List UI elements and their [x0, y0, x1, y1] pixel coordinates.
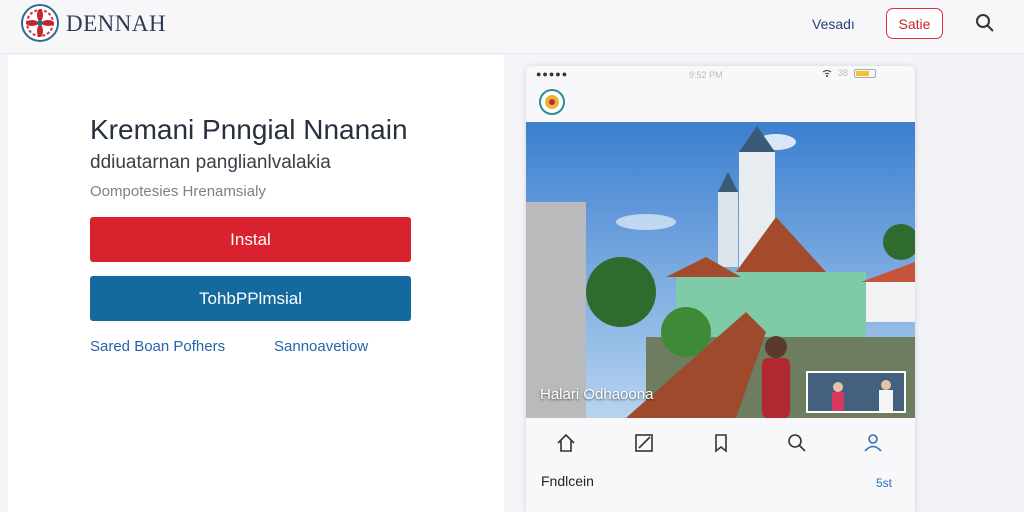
- background-panel: [915, 55, 1024, 512]
- compose-icon[interactable]: [633, 432, 655, 454]
- brand-name: DENNAH: [66, 11, 167, 36]
- thumbnail-photo: [808, 373, 904, 411]
- search-icon[interactable]: [786, 432, 808, 454]
- footer-link-first[interactable]: Sared Boan Pofhers: [90, 338, 225, 355]
- status-battery-level: 38: [838, 68, 849, 78]
- home-icon[interactable]: [555, 432, 577, 454]
- app-logo-icon: [539, 89, 565, 115]
- profile-icon[interactable]: [862, 432, 884, 454]
- page-caption: Oompotesies Hrenamsialy: [90, 183, 266, 200]
- status-bar: ●●●●● 9:52 PM 38: [526, 66, 915, 86]
- status-time: 9:52 PM: [689, 70, 723, 80]
- thumbnail-image[interactable]: [806, 371, 906, 413]
- rosette-logo-icon[interactable]: [20, 3, 60, 43]
- top-navigation-bar: DENNAH Vesadı Satie: [0, 0, 1024, 54]
- battery-icon: [854, 68, 877, 78]
- install-button[interactable]: Instal: [90, 217, 411, 262]
- footer-link-second[interactable]: Sannoavetiow: [274, 338, 368, 355]
- page-subtitle: ddiuatarnan panglianlvalakia: [90, 152, 331, 173]
- page-title: Kremani Pnngial Nnanain: [90, 114, 408, 145]
- signal-dots-icon: ●●●●●: [536, 69, 569, 79]
- search-icon[interactable]: [974, 12, 996, 34]
- bookmark-icon[interactable]: [711, 432, 733, 454]
- nav-link[interactable]: Vesadı: [812, 16, 855, 32]
- feed-section-link[interactable]: 5st: [876, 476, 892, 490]
- feed-section-title: Fndlcein: [541, 473, 594, 489]
- status-right: 38: [822, 68, 877, 78]
- secondary-button[interactable]: TohbPPlmsial: [90, 276, 411, 321]
- wifi-icon: [822, 69, 832, 77]
- bottom-tab-bar: [526, 422, 915, 462]
- phone-preview: ●●●●● 9:52 PM 38 Halari Odhaoona Fndlcei…: [526, 66, 915, 512]
- nav-outline-button[interactable]: Satie: [886, 8, 943, 39]
- hero-caption: Halari Odhaoona: [540, 386, 654, 403]
